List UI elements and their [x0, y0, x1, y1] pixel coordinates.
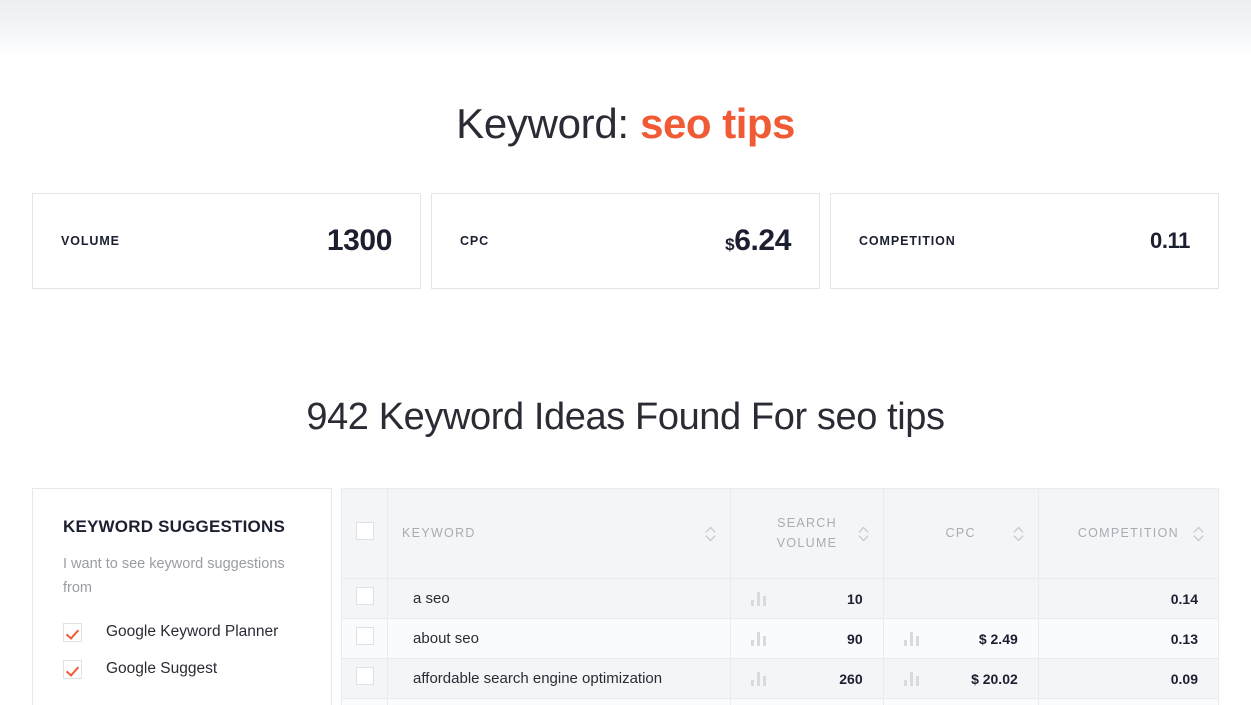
content-area: KEYWORD SUGGESTIONS I want to see keywor…	[32, 488, 1219, 705]
row-checkbox-cell[interactable]	[341, 698, 389, 705]
header-label-keyword: KEYWORD	[402, 525, 476, 540]
cell-cpc	[882, 578, 1039, 619]
value-search-volume: 90	[847, 630, 863, 647]
row-checkbox-cell[interactable]	[341, 618, 389, 659]
checkbox-google-suggest[interactable]	[63, 659, 82, 679]
cell-keyword: affordable search engine optimization	[387, 658, 732, 699]
sort-icon-keyword[interactable]	[705, 525, 716, 542]
metric-card-competition: COMPETITION 0.11	[830, 193, 1219, 289]
table-header-row: KEYWORD SEARCH VOLUME CPC COMPETITION	[341, 488, 1219, 579]
value-competition: 0.13	[1170, 630, 1198, 647]
cell-search-volume	[730, 698, 884, 705]
header-competition[interactable]: COMPETITION	[1037, 488, 1219, 579]
bar-chart-icon	[751, 591, 767, 606]
option-google-suggest[interactable]: Google Suggest	[63, 659, 301, 679]
keyword-results-table-wrapper: KEYWORD SEARCH VOLUME CPC COMPETITION a …	[341, 488, 1219, 705]
cell-competition: 0.13	[1037, 618, 1219, 659]
cell-keyword: a seo	[387, 578, 732, 619]
metric-card-volume: VOLUME 1300	[32, 193, 421, 289]
bar-chart-icon	[903, 631, 919, 646]
keyword-title-value: seo tips	[640, 100, 795, 147]
cell-cpc: $ 2.49	[882, 618, 1039, 659]
sidebar-subtitle: I want to see keyword suggestions from	[63, 556, 285, 596]
row-checkbox-cell[interactable]	[341, 658, 389, 699]
table-header: KEYWORD SEARCH VOLUME CPC COMPETITION	[341, 488, 1219, 579]
checkbox-row[interactable]	[355, 627, 374, 645]
bar-chart-icon	[903, 671, 919, 686]
checkbox-row[interactable]	[355, 667, 374, 685]
cell-competition: 0.14	[1037, 578, 1219, 619]
keyword-ideas-heading: 942 Keyword Ideas Found For seo tips	[306, 396, 945, 438]
cell-search-volume: 90	[730, 618, 884, 659]
page-root: Keyword: seo tips VOLUME 1300 CPC $6.24 …	[0, 0, 1251, 705]
cell-cpc: $ 20.02	[882, 658, 1039, 699]
value-cpc: $ 2.49	[978, 630, 1018, 647]
header-keyword[interactable]: KEYWORD	[387, 488, 732, 579]
option-label-google-suggest: Google Suggest	[106, 660, 218, 678]
header-select-all[interactable]	[341, 488, 389, 579]
metric-label-volume: VOLUME	[61, 234, 120, 248]
cell-search-volume: 10	[730, 578, 884, 619]
sort-icon-search-volume[interactable]	[858, 525, 869, 542]
checkbox-google-keyword-planner[interactable]	[63, 622, 82, 642]
metric-card-cpc: CPC $6.24	[431, 193, 820, 289]
metric-label-cpc: CPC	[460, 234, 490, 248]
cell-competition	[1037, 698, 1219, 705]
value-competition: 0.14	[1170, 590, 1198, 607]
currency-symbol: $	[725, 235, 735, 254]
metric-value-cpc: $6.24	[725, 224, 791, 257]
keyword-suggestions-panel: KEYWORD SUGGESTIONS I want to see keywor…	[32, 488, 332, 705]
cell-keyword: about seo	[387, 618, 732, 659]
cell-keyword	[387, 698, 732, 705]
table-row[interactable]: affordable search engine optimization 26…	[341, 658, 1219, 699]
row-checkbox-cell[interactable]	[341, 578, 389, 619]
checkbox-select-all[interactable]	[355, 522, 374, 540]
header-search-volume[interactable]: SEARCH VOLUME	[730, 488, 884, 579]
header-cpc[interactable]: CPC	[882, 488, 1039, 579]
metric-label-competition: COMPETITION	[859, 234, 956, 248]
sort-icon-cpc[interactable]	[1013, 525, 1024, 542]
keyword-results-table: KEYWORD SEARCH VOLUME CPC COMPETITION a …	[341, 488, 1219, 705]
header-label-search-volume: SEARCH VOLUME	[776, 516, 838, 550]
table-row[interactable]: about seo 90 $ 2.49 0.13	[341, 618, 1219, 659]
checkbox-row[interactable]	[355, 587, 374, 605]
top-gradient-banner	[0, 0, 1251, 62]
option-google-keyword-planner[interactable]: Google Keyword Planner	[63, 622, 301, 642]
metric-cards: VOLUME 1300 CPC $6.24 COMPETITION 0.11	[32, 193, 1219, 289]
metric-value-volume: 1300	[326, 224, 393, 257]
value-search-volume: 260	[839, 670, 863, 687]
sidebar-title: KEYWORD SUGGESTIONS	[63, 517, 285, 536]
value-cpc: $ 20.02	[971, 670, 1018, 687]
table-row[interactable]: a seo 10 0.14	[341, 578, 1219, 619]
cell-cpc	[882, 698, 1039, 705]
option-label-google-keyword-planner: Google Keyword Planner	[106, 623, 279, 641]
bar-chart-icon	[751, 631, 767, 646]
table-row[interactable]	[341, 698, 1219, 705]
bar-chart-icon	[751, 671, 767, 686]
metric-value-competition: 0.11	[1149, 228, 1190, 253]
value-search-volume: 10	[847, 590, 863, 607]
cell-search-volume: 260	[730, 658, 884, 699]
cell-competition: 0.09	[1037, 658, 1219, 699]
value-competition: 0.09	[1170, 670, 1198, 687]
header-label-cpc: CPC	[945, 525, 976, 540]
sort-icon-competition[interactable]	[1193, 525, 1204, 542]
header-label-competition: COMPETITION	[1077, 525, 1179, 540]
table-body: a seo 10 0.14 about seo 90 $ 2.49 0.13 a…	[341, 578, 1219, 705]
page-title: Keyword: seo tips	[0, 100, 1251, 148]
keyword-title-prefix: Keyword:	[456, 100, 629, 147]
